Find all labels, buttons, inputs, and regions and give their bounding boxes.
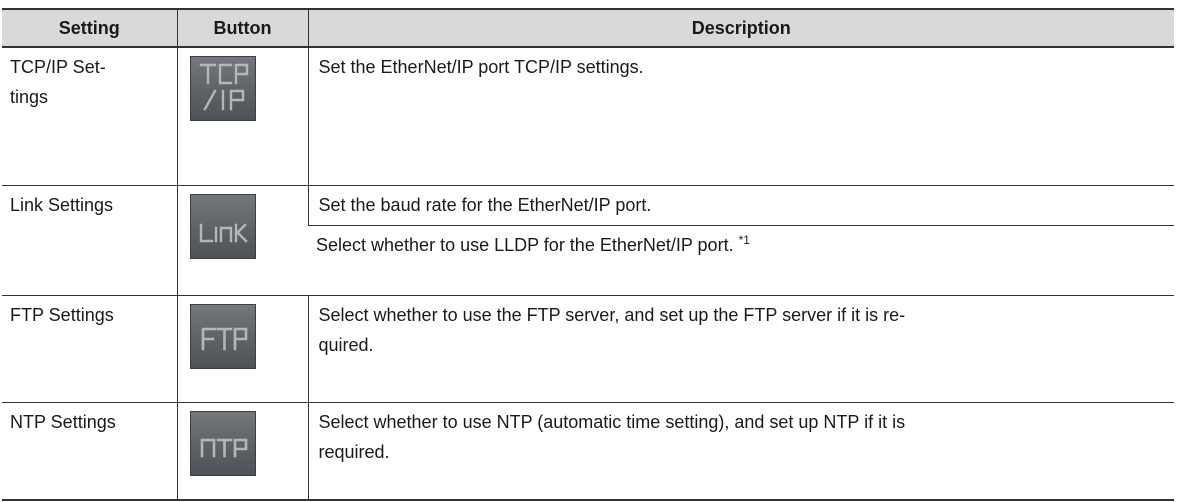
table-row-tcpip: TCP/IP Set- tings Set the EtherNet/IP po… <box>2 47 1174 186</box>
description-text: Set the baud rate for the EtherNet/IP po… <box>318 194 652 215</box>
tcp-ip-button-icon[interactable] <box>189 56 256 121</box>
button-cell <box>176 295 308 403</box>
settings-table: Setting Button Description TCP/IP Set- t… <box>2 8 1174 501</box>
table-row-link: Link Settings Set the baud rate for the … <box>2 185 1174 296</box>
description-text: quired. <box>318 334 374 355</box>
header-setting: Setting <box>2 8 177 48</box>
footnote-marker: *1 <box>738 232 750 247</box>
table-row-ntp: NTP Settings Select whether to use NTP (… <box>2 402 1174 501</box>
setting-name: TCP/IP Set- tings <box>2 47 177 186</box>
ftp-button-icon[interactable] <box>189 303 256 369</box>
ntp-button-icon[interactable] <box>189 410 256 476</box>
description-text: Select whether to use LLDP for the Ether… <box>316 234 734 255</box>
setting-name: FTP Settings <box>2 295 177 403</box>
setting-name-line: TCP/IP Set- <box>10 57 106 77</box>
setting-name: NTP Settings <box>2 402 177 501</box>
header-button: Button <box>176 8 308 48</box>
description-text: Select whether to use NTP (automatic tim… <box>318 411 906 432</box>
button-cell <box>176 402 308 501</box>
table-row-ftp: FTP Settings Select whether to use the F… <box>2 295 1174 403</box>
description-text: Set the EtherNet/IP port TCP/IP settings… <box>318 57 644 77</box>
link-button-icon[interactable] <box>189 193 256 259</box>
button-cell <box>176 185 308 296</box>
description-cell: Select whether to use the FTP server, an… <box>307 295 1174 403</box>
setting-name-line: tings <box>10 87 49 107</box>
header-row: Setting Button Description <box>2 8 1174 48</box>
button-cell <box>176 47 308 186</box>
header-description: Description <box>307 8 1174 48</box>
description-cell: Select whether to use NTP (automatic tim… <box>307 402 1174 501</box>
description-text: required. <box>318 441 390 462</box>
description-cell: Select whether to use LLDP for the Ether… <box>308 225 1174 296</box>
description-cell: Set the baud rate for the EtherNet/IP po… <box>307 185 1174 226</box>
description-cell: Set the EtherNet/IP port TCP/IP settings… <box>307 47 1174 186</box>
setting-name: Link Settings <box>2 185 177 296</box>
description-text: Select whether to use the FTP server, an… <box>318 304 906 325</box>
